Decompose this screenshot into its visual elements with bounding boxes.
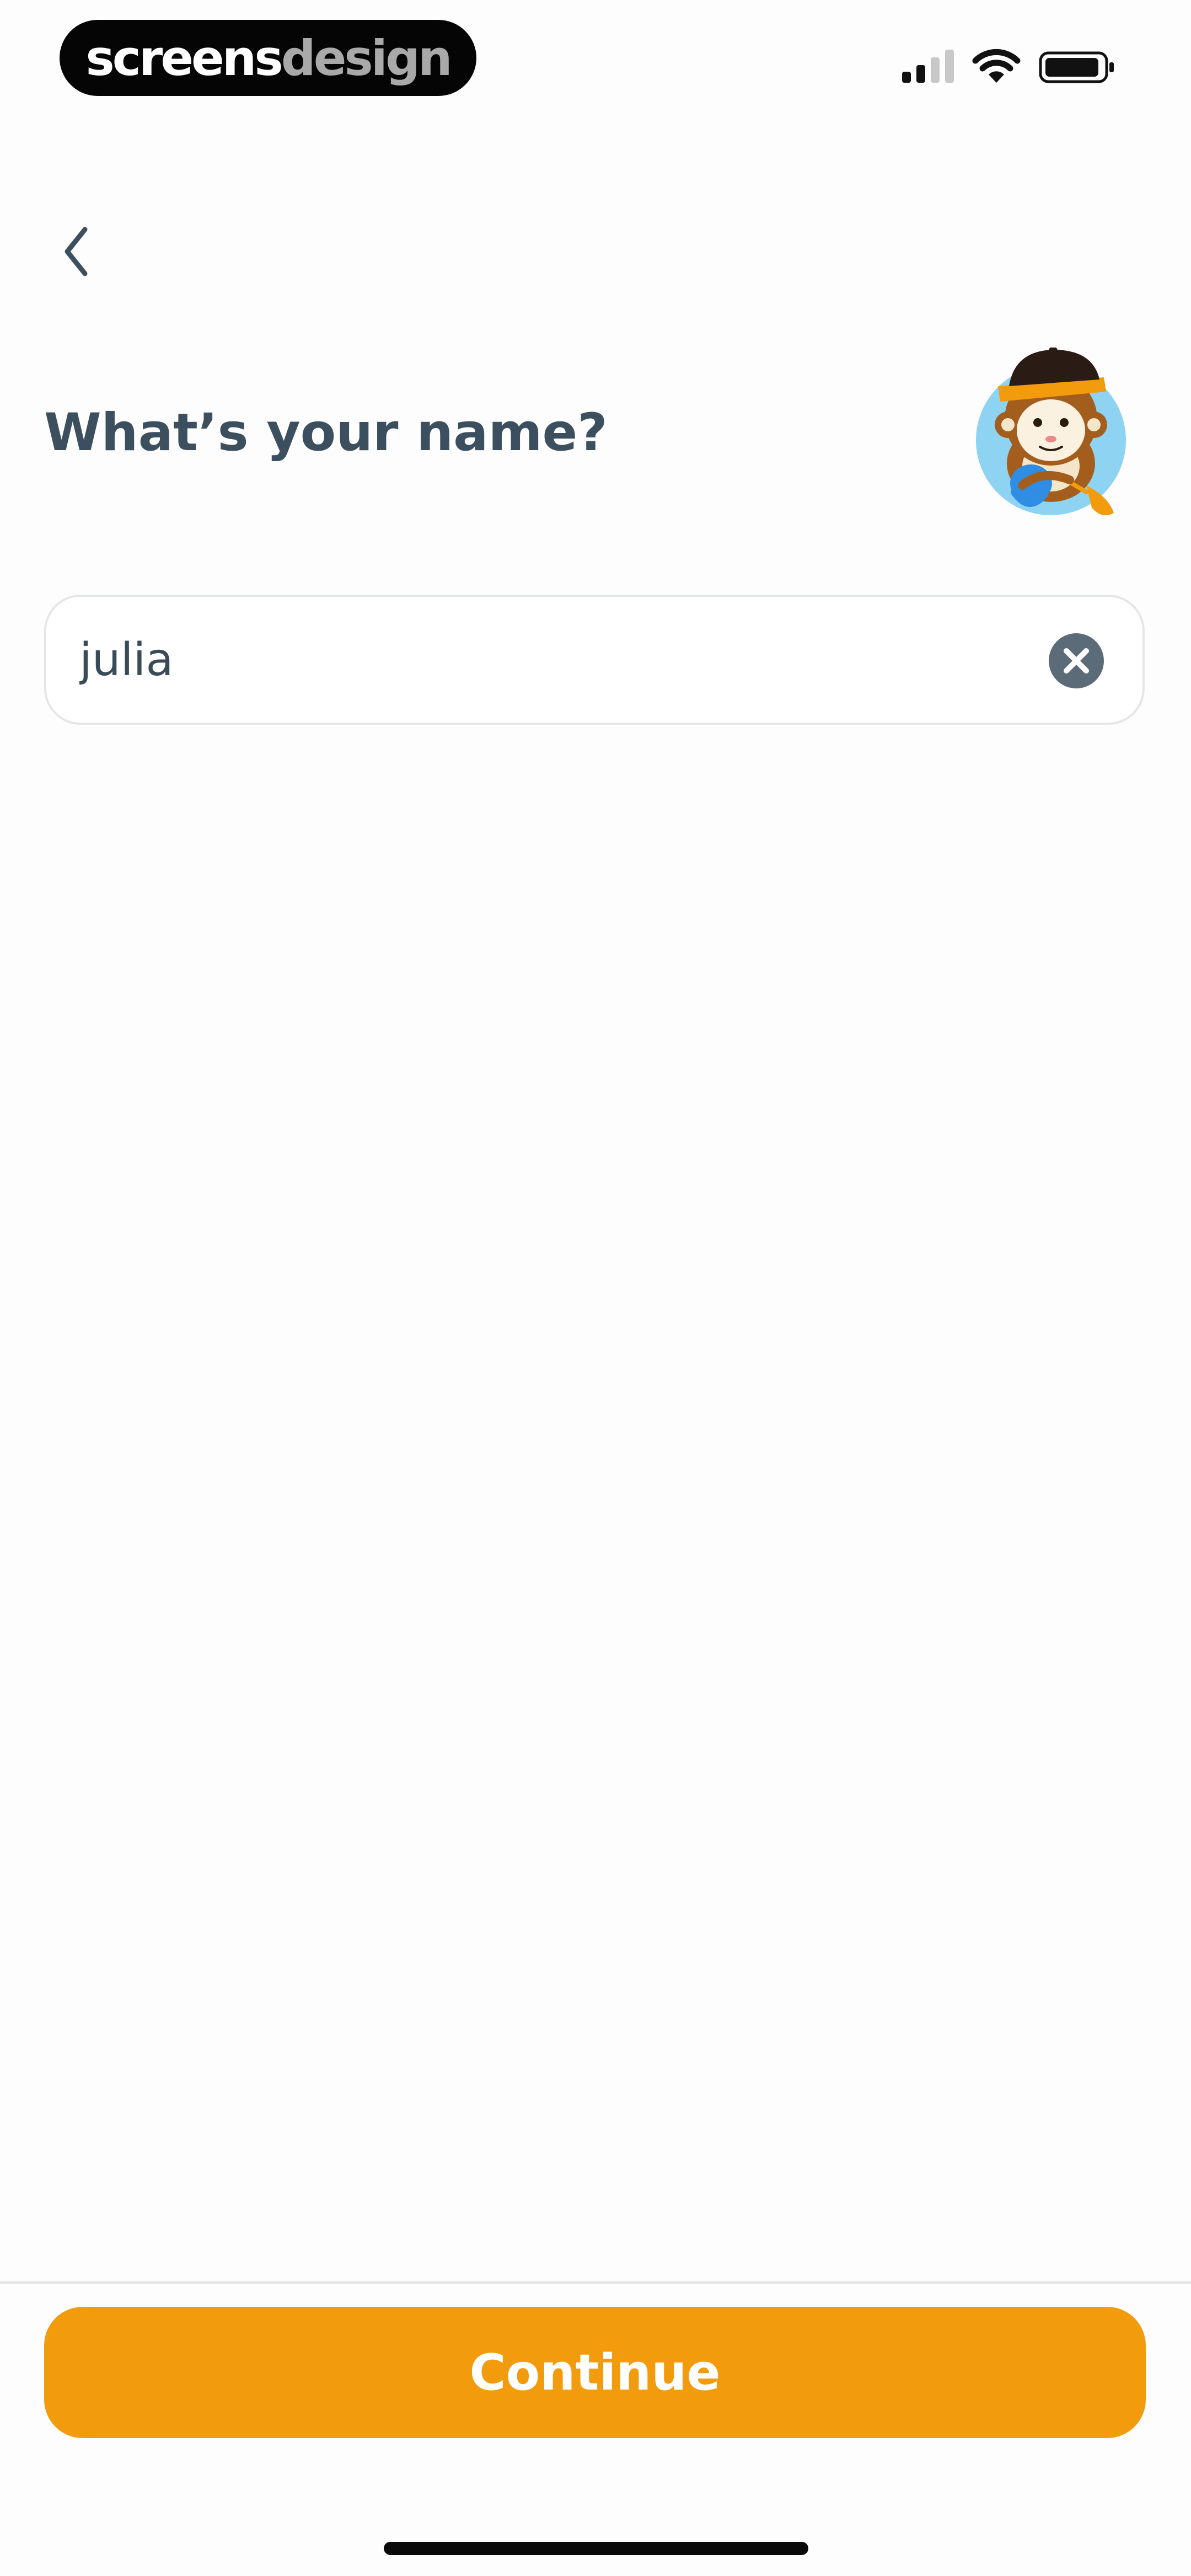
clear-button[interactable]	[1048, 632, 1105, 690]
home-indicator	[384, 2542, 808, 2555]
brand-text-design: design	[281, 29, 453, 87]
chevron-left-icon	[65, 227, 88, 276]
wifi-icon	[972, 49, 1021, 83]
battery-icon	[1039, 51, 1114, 83]
signal-icon	[902, 50, 954, 83]
status-bar: screens design	[0, 0, 1191, 110]
continue-button[interactable]: Continue	[44, 2307, 1146, 2438]
name-input[interactable]	[79, 597, 1017, 723]
brand-watermark: screens design	[60, 20, 476, 96]
monkey-mascot-icon	[976, 348, 1126, 516]
page-title: What’s your name?	[44, 403, 608, 463]
name-field[interactable]	[44, 595, 1145, 725]
back-button[interactable]	[51, 213, 106, 290]
clear-circle-x-icon	[1049, 633, 1104, 688]
brand-text-screens: screens	[85, 29, 283, 87]
footer-divider	[0, 2281, 1191, 2284]
